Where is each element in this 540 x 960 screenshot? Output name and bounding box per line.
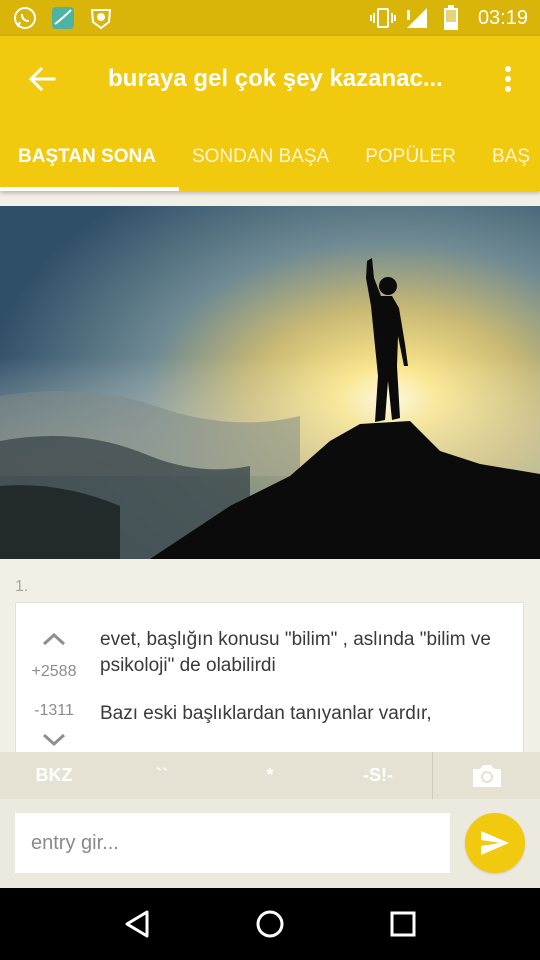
lion-app-icon: [88, 5, 114, 31]
asterisk-button[interactable]: *: [216, 765, 324, 786]
send-button[interactable]: [465, 813, 525, 873]
upvote-count: +2588: [31, 663, 77, 680]
spoiler-button[interactable]: -S!-: [324, 765, 432, 786]
downvote-button[interactable]: [39, 730, 69, 750]
send-icon: [481, 831, 509, 855]
status-bar: 03:19: [0, 0, 540, 36]
whatsapp-icon: [12, 5, 38, 31]
navigation-bar: [0, 888, 540, 960]
app-bar: buraya gel çok şey kazanac... BAŞTAN SON…: [0, 36, 540, 191]
input-bar: [0, 799, 540, 888]
downvote-count: -1311: [34, 702, 74, 719]
bkz-button[interactable]: BKZ: [0, 765, 108, 786]
app-icon: [50, 5, 76, 31]
battery-icon: [438, 5, 464, 31]
chevron-down-icon: [42, 733, 66, 747]
upvote-button[interactable]: [39, 629, 69, 649]
nav-back-button[interactable]: [107, 894, 167, 954]
tab-bastan-sona[interactable]: BAŞTAN SONA: [0, 122, 174, 191]
vibrate-icon: [369, 5, 396, 31]
entry-text: evet, başlığın konusu "bilim" , aslında …: [100, 627, 505, 749]
tab-indicator: [0, 187, 179, 191]
entry-index: 1.: [15, 578, 29, 595]
triangle-back-icon: [125, 910, 149, 938]
nav-home-button[interactable]: [240, 894, 300, 954]
vote-column: +2588 -1311: [16, 603, 92, 750]
entry-card: +2588 -1311 evet, başlığın konusu "bilim…: [15, 602, 524, 762]
tab-bas[interactable]: BAŞ: [474, 122, 540, 191]
topic-image: [0, 206, 540, 559]
tab-sondan-basa[interactable]: SONDAN BAŞA: [174, 122, 347, 191]
entry-input[interactable]: [15, 813, 450, 873]
tab-populer[interactable]: POPÜLER: [347, 122, 474, 191]
topic-title: buraya gel çok şey kazanac...: [108, 65, 443, 92]
entry-paragraph: Bazı eski başlıklardan tanıyanlar vardır…: [100, 703, 432, 724]
nav-recents-button[interactable]: [373, 894, 433, 954]
backtick-button[interactable]: ``: [108, 765, 216, 786]
chevron-up-icon: [42, 632, 66, 646]
toolbar: buraya gel çok şey kazanac...: [0, 36, 540, 122]
camera-icon: [472, 764, 501, 787]
tab-bar: BAŞTAN SONA SONDAN BAŞA POPÜLER BAŞ: [0, 122, 540, 191]
overflow-menu-button[interactable]: [492, 53, 524, 105]
more-vert-icon: [505, 66, 511, 92]
format-bar: BKZ `` * -S!-: [0, 752, 540, 799]
back-button[interactable]: [16, 53, 68, 105]
status-time: 03:19: [477, 6, 528, 29]
circle-home-icon: [256, 910, 284, 938]
signal-icon: [404, 5, 430, 31]
entry-paragraph: evet, başlığın konusu "bilim" , aslında …: [100, 629, 491, 676]
square-recents-icon: [390, 911, 416, 937]
arrow-back-icon: [28, 66, 56, 92]
camera-button[interactable]: [433, 752, 540, 799]
